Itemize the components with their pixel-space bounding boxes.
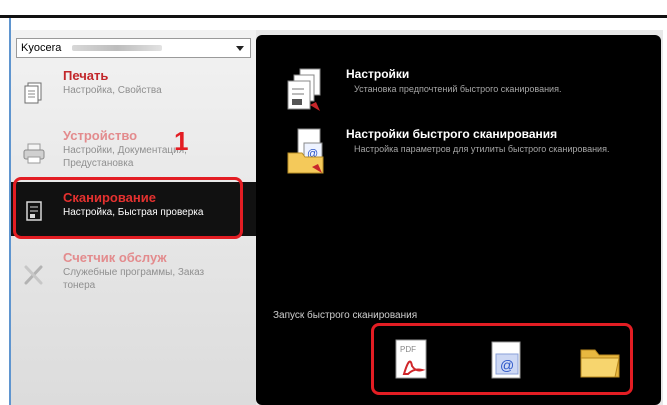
sidebar-item-title: Печать (63, 68, 109, 83)
settings-documents-icon (287, 68, 321, 111)
sidebar-item-subtitle: Служебные программы, Заказ тонера (63, 267, 205, 291)
settings-entry[interactable]: Настройки Установка предпочтений быстрог… (286, 67, 656, 127)
sidebar-item-title: Счетчик обслуж (63, 250, 167, 265)
scan-highlight-frame (13, 177, 243, 239)
kyocera-client-tool: Kyocera Печать Настройка, Свойства Устро… (11, 30, 663, 405)
quick-scan-buttons-frame: PDF @ (371, 323, 633, 395)
sidebar-item-subtitle: Настройка, Свойства (63, 85, 162, 96)
sidebar-item-subtitle: Настройки, Документация, Предустановка (63, 145, 187, 169)
sidebar-item-maintenance[interactable]: Счетчик обслуж Служебные программы, Зака… (11, 250, 256, 310)
tools-icon (24, 265, 43, 285)
chevron-down-icon[interactable] (236, 46, 244, 51)
entry-subtitle: Установка предпочтений быстрого сканиров… (354, 84, 562, 94)
pdf-icon: PDF (395, 339, 427, 379)
printer-icon (23, 143, 45, 164)
device-select-value: Kyocera (21, 42, 62, 54)
device-model-obscured (72, 45, 162, 51)
quick-scan-pdf-button[interactable]: PDF (390, 338, 434, 382)
sidebar: Kyocera Печать Настройка, Свойства Устро… (11, 30, 256, 405)
entry-title: Настройки (346, 67, 410, 81)
window-top-bar (0, 0, 667, 18)
main-panel: Настройки Установка предпочтений быстрог… (256, 35, 661, 405)
quick-scan-email-button[interactable]: @ (484, 338, 528, 382)
sidebar-item-print[interactable]: Печать Настройка, Свойства (11, 68, 256, 128)
quick-scan-settings-icon: @ (287, 128, 324, 174)
quick-scan-settings-entry[interactable]: @ Настройки быстрого сканирования Настро… (286, 127, 656, 187)
sidebar-item-title: Устройство (63, 128, 138, 143)
entry-title: Настройки быстрого сканирования (346, 127, 558, 141)
quick-scan-label: Запуск быстрого сканирования (273, 310, 418, 321)
folder-icon (580, 349, 620, 378)
entry-subtitle: Настройка параметров для утилиты быстрог… (354, 144, 610, 154)
callout-number: 1 (174, 126, 189, 156)
quick-scan-folder-button[interactable] (578, 338, 622, 382)
document-icon (24, 82, 42, 104)
email-icon: @ (491, 341, 521, 379)
svg-text:PDF: PDF (400, 345, 416, 354)
device-select[interactable]: Kyocera (16, 38, 251, 58)
svg-text:@: @ (500, 357, 514, 373)
